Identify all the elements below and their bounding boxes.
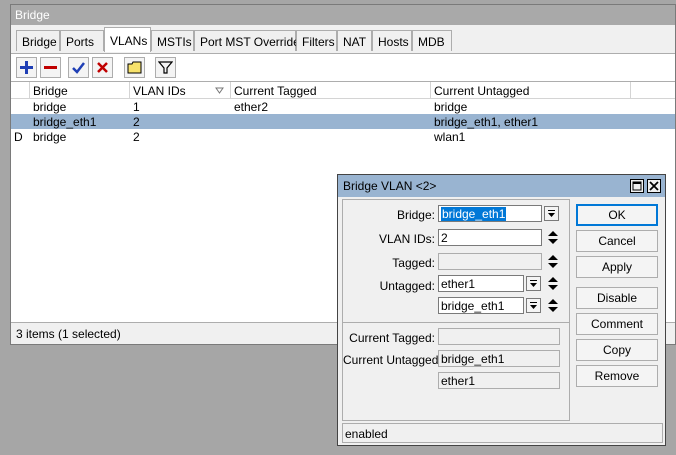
tagged-label: Tagged:: [392, 256, 435, 270]
untagged-2-updown-icon[interactable]: [547, 297, 559, 314]
maximize-button[interactable]: [630, 179, 644, 193]
table-row[interactable]: D bridge 2 wlan1: [11, 129, 675, 144]
add-icon: [20, 61, 33, 74]
remove-button[interactable]: [40, 57, 61, 78]
tab-bar: Bridge Ports VLANs MSTIs Port MST Overri…: [11, 27, 675, 53]
disable-button[interactable]: [92, 57, 113, 78]
remove-icon: [44, 66, 57, 69]
tab-vlans[interactable]: VLANs: [104, 27, 151, 52]
tab-mstis[interactable]: MSTIs: [151, 30, 194, 51]
filter-icon: [158, 61, 173, 74]
untagged-select-2[interactable]: bridge_eth1: [438, 297, 524, 314]
untagged-label: Untagged:: [379, 279, 435, 293]
comment-icon: [127, 61, 142, 74]
tagged-input[interactable]: [438, 253, 542, 270]
tab-ports[interactable]: Ports: [60, 30, 104, 51]
row-flag: [11, 99, 30, 114]
maximize-icon: [632, 181, 642, 191]
bridge-dropdown-button[interactable]: [544, 206, 559, 221]
current-tagged-value: [438, 328, 560, 345]
ok-button[interactable]: OK: [576, 204, 658, 226]
vlan-ids-updown-icon[interactable]: [547, 229, 559, 246]
untagged-1-dropdown-button[interactable]: [526, 276, 541, 291]
row-current-tagged: [231, 129, 431, 144]
row-bridge: bridge: [33, 130, 67, 144]
row-current-untagged: bridge: [434, 100, 468, 114]
close-button[interactable]: [647, 179, 661, 193]
dialog-title-text: Bridge VLAN <2>: [343, 179, 437, 193]
tab-mdb[interactable]: MDB: [412, 30, 452, 51]
untagged-select-1[interactable]: ether1: [438, 275, 524, 292]
row-current-untagged: wlan1: [434, 130, 466, 144]
col-header-vlan-ids[interactable]: VLAN IDs: [130, 82, 231, 99]
col-header-filler: [631, 82, 675, 99]
table-row-selected[interactable]: bridge_eth1 2 bridge_eth1, ether1: [11, 114, 675, 129]
row-current-tagged: ether2: [234, 100, 269, 114]
copy-button[interactable]: Copy: [576, 339, 658, 361]
current-tagged-label: Current Tagged:: [349, 331, 435, 345]
dropdown-arrow-icon: [530, 302, 537, 309]
enable-icon: [72, 62, 85, 74]
dropdown-arrow-icon: [548, 210, 555, 217]
row-current-tagged: [231, 114, 431, 129]
row-vlan-ids: 2: [133, 130, 140, 144]
bridge-label: Bridge:: [396, 208, 435, 222]
current-untagged-value-1: bridge_eth1: [438, 350, 560, 367]
tab-nat[interactable]: NAT: [337, 30, 372, 51]
item-count: 3 items (1 selected): [11, 323, 371, 344]
untagged-1-updown-icon[interactable]: [547, 275, 559, 292]
untagged-2-dropdown-button[interactable]: [526, 298, 541, 313]
row-bridge: bridge: [33, 100, 67, 114]
row-bridge: bridge_eth1: [33, 115, 97, 129]
apply-button[interactable]: Apply: [576, 256, 658, 278]
table-row[interactable]: bridge 1 ether2 bridge: [11, 99, 675, 114]
tab-filters[interactable]: Filters: [296, 30, 337, 51]
bridge-vlan-dialog: Bridge VLAN <2> Bridge: bridge_eth1 VLAN…: [337, 174, 666, 446]
toolbar: [11, 53, 675, 81]
disable-icon: [97, 62, 108, 73]
col-header-current-tagged[interactable]: Current Tagged: [231, 82, 431, 99]
dialog-title: Bridge VLAN <2>: [338, 175, 665, 197]
tab-port-mst-overrides[interactable]: Port MST Overrides: [194, 30, 306, 51]
bridge-select[interactable]: bridge_eth1: [438, 205, 542, 222]
row-vlan-ids: 2: [133, 115, 140, 129]
remove-button[interactable]: Remove: [576, 365, 658, 387]
tagged-updown-icon[interactable]: [547, 253, 559, 270]
vlan-ids-label: VLAN IDs:: [378, 232, 435, 246]
row-flag: [11, 114, 30, 129]
tab-bridge[interactable]: Bridge: [16, 30, 60, 51]
cancel-button[interactable]: Cancel: [576, 230, 658, 252]
col-header-current-untagged[interactable]: Current Untagged: [431, 82, 631, 99]
col-header-bridge[interactable]: Bridge: [30, 82, 130, 99]
row-current-untagged: bridge_eth1, ether1: [434, 115, 539, 129]
window-title: Bridge: [11, 5, 675, 25]
tab-hosts[interactable]: Hosts: [372, 30, 412, 51]
current-untagged-label: Current Untagged:: [343, 353, 442, 367]
dropdown-arrow-icon: [530, 280, 537, 287]
bridge-select-value: bridge_eth1: [441, 207, 507, 221]
vlan-ids-input[interactable]: 2: [438, 229, 542, 246]
enable-button[interactable]: [68, 57, 89, 78]
filter-button[interactable]: [155, 57, 176, 78]
row-flag: D: [14, 130, 23, 144]
comment-button[interactable]: [124, 57, 145, 78]
col-header-flag[interactable]: [11, 82, 30, 99]
dialog-status: enabled: [342, 423, 663, 443]
sort-desc-icon: [215, 87, 224, 94]
row-vlan-ids: 1: [133, 100, 140, 114]
form-separator: [342, 322, 570, 323]
disable-button[interactable]: Disable: [576, 287, 658, 309]
comment-button[interactable]: Comment: [576, 313, 658, 335]
add-button[interactable]: [16, 57, 37, 78]
close-icon: [649, 181, 659, 191]
col-header-vlan-ids-label: VLAN IDs: [133, 84, 186, 98]
current-untagged-value-2: ether1: [438, 372, 560, 389]
